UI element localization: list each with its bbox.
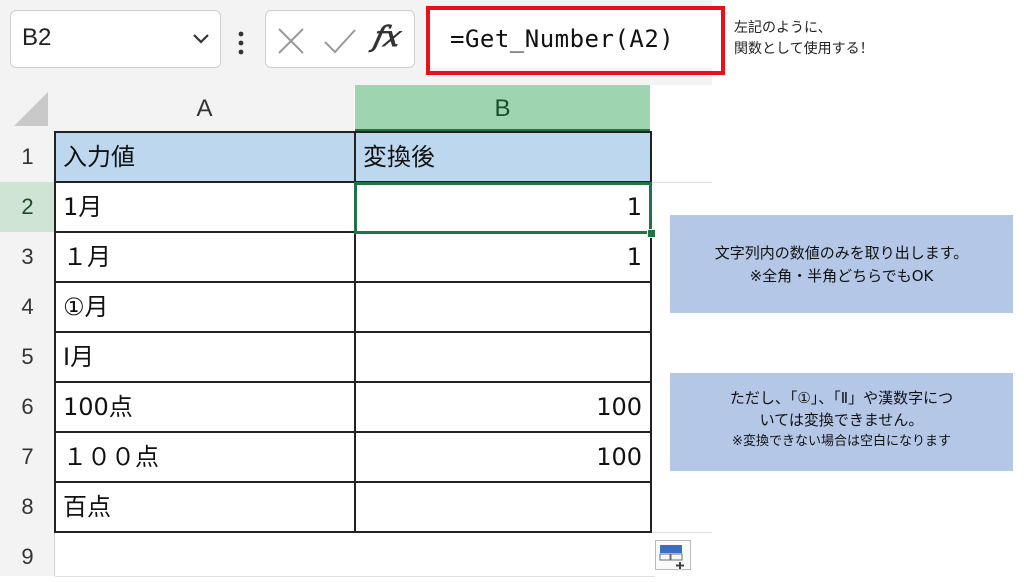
usage-note-line2: 関数として使用する！: [734, 41, 874, 57]
column-header-a[interactable]: A: [55, 85, 354, 132]
callout-note-1-line1: 文字列内の数値のみを取り出します。: [714, 244, 969, 262]
more-options-icon[interactable]: [236, 30, 246, 56]
cell-a4[interactable]: ①月: [55, 282, 354, 332]
callout-note-2-line2: いては変換できません。: [759, 411, 924, 429]
table-border: [54, 481, 652, 483]
row-header-3[interactable]: 3: [0, 232, 55, 282]
active-cell-outline: [354, 182, 652, 234]
row-header-8[interactable]: 8: [0, 482, 55, 532]
table-border: [54, 431, 652, 433]
cell-b9[interactable]: [355, 532, 650, 576]
column-header-b[interactable]: B: [355, 85, 650, 132]
cell-a3[interactable]: １月: [55, 232, 354, 282]
usage-note: 左記のように、 関数として使用する！: [734, 18, 874, 60]
callout-note-1: 文字列内の数値のみを取り出します。 ※全角・半角どちらでもOK: [670, 215, 1013, 313]
table-border: [54, 131, 56, 533]
select-all-triangle-icon: [14, 92, 48, 126]
cell-a6[interactable]: 100点: [55, 382, 354, 432]
cell-b5[interactable]: [355, 332, 650, 382]
cell-b1[interactable]: 変換後: [355, 132, 650, 182]
row-header-5[interactable]: 5: [0, 332, 55, 382]
cancel-icon[interactable]: [276, 26, 306, 56]
chevron-down-icon[interactable]: [190, 28, 212, 48]
cell-b8[interactable]: [355, 482, 650, 532]
table-border: [54, 531, 652, 533]
fill-handle[interactable]: [647, 229, 656, 238]
row-header-2[interactable]: 2: [0, 182, 55, 232]
table-border: [54, 281, 652, 283]
usage-note-line1: 左記のように、: [734, 20, 832, 36]
cell-a2[interactable]: 1月: [55, 182, 354, 232]
cell-a7[interactable]: １００点: [55, 432, 354, 482]
insert-function-icon[interactable]: 𝑓𝑥: [372, 20, 412, 60]
grid-line: [650, 182, 712, 183]
name-box-value: B2: [22, 24, 52, 51]
paste-options-icon: [659, 545, 684, 569]
cell-b4[interactable]: [355, 282, 650, 332]
table-border: [54, 131, 652, 133]
row-header-6[interactable]: 6: [0, 382, 55, 432]
grid-line: [54, 533, 55, 576]
table-border: [54, 331, 652, 333]
row-header-7[interactable]: 7: [0, 432, 55, 482]
cell-b7[interactable]: 100: [355, 432, 650, 482]
table-border: [54, 381, 652, 383]
formula-highlight-box: [426, 6, 725, 75]
cell-a5[interactable]: Ⅰ月: [55, 332, 354, 382]
cell-a1[interactable]: 入力値: [55, 132, 354, 182]
callout-note-2: ただし、「①」、「Ⅱ」や漢数字につ いては変換できません。 ※変換できない場合は…: [670, 373, 1013, 471]
grid-line: [650, 532, 712, 533]
row-header-1[interactable]: 1: [0, 132, 55, 182]
grid-line: [55, 576, 655, 577]
paste-options-button[interactable]: [655, 540, 691, 570]
cell-a8[interactable]: 百点: [55, 482, 354, 532]
cell-b3[interactable]: 1: [355, 232, 650, 282]
cell-b6[interactable]: 100: [355, 382, 650, 432]
callout-note-2-line3: ※変換できない場合は空白になります: [732, 434, 951, 449]
callout-note-1-line2: ※全角・半角どちらでもOK: [749, 267, 934, 285]
enter-check-icon[interactable]: [322, 26, 358, 56]
row-header-9[interactable]: 9: [0, 532, 55, 576]
callout-note-2-line1: ただし、「①」、「Ⅱ」や漢数字につ: [729, 389, 954, 407]
row-header-4[interactable]: 4: [0, 282, 55, 332]
cell-a9[interactable]: [55, 532, 354, 576]
